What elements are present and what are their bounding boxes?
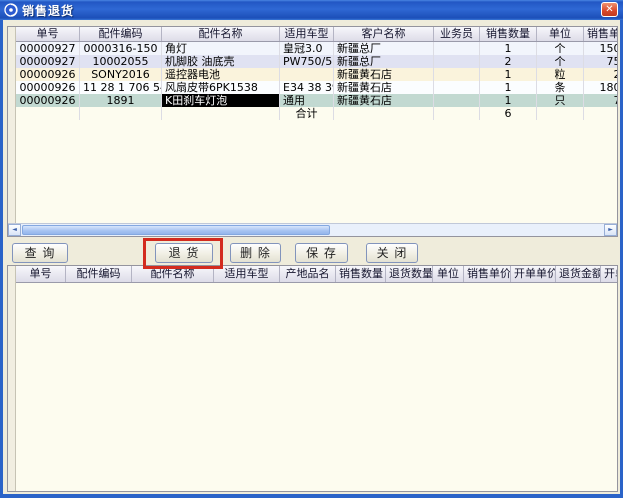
sales-table-header: 单号 配件编码 配件名称 适用车型 客户名称 业务员 销售数量 单位 销售单价 xyxy=(16,27,617,42)
cell-salesman[interactable] xyxy=(434,94,480,107)
return-table-header: 单号 配件编码 配件名称 适用车型 产地品名 销售数量 退货数量 单位 销售单价… xyxy=(16,266,617,283)
sales-table: 单号 配件编码 配件名称 适用车型 客户名称 业务员 销售数量 单位 销售单价 … xyxy=(7,26,618,237)
col-header-sales-qty[interactable]: 销售数量 xyxy=(480,27,537,41)
total-sales-qty: 6 xyxy=(480,107,537,120)
cell-sales-price[interactable]: 150. xyxy=(584,42,618,55)
window-title: 销售退货 xyxy=(22,2,74,19)
cell-sales-qty[interactable]: 1 xyxy=(480,68,537,81)
cell-salesman[interactable] xyxy=(434,55,480,68)
table-row[interactable]: 00000927 10002055 机脚胶 油底壳 PW750/550 新疆总厂… xyxy=(16,55,617,68)
cell-sales-qty[interactable]: 1 xyxy=(480,42,537,55)
table-row-selected[interactable]: 00000926 1891 K田刹车灯泡 通用 新疆黄石店 1 只 7. xyxy=(16,94,617,107)
cell-customer[interactable]: 新疆总厂 xyxy=(334,42,434,55)
cell-order-no[interactable]: 00000927 xyxy=(16,42,80,55)
cell-part-name-selected[interactable]: K田刹车灯泡 xyxy=(162,94,280,107)
close-icon: ✕ xyxy=(605,4,613,15)
col-header-customer[interactable]: 客户名称 xyxy=(334,27,434,41)
cell-sales-qty[interactable]: 1 xyxy=(480,94,537,107)
app-window: 销售退货 ✕ 单号 配件编码 配件名称 适用车型 客户名称 业务员 销售数量 单… xyxy=(0,0,623,498)
cell-unit[interactable]: 只 xyxy=(537,94,584,107)
cell-sales-price[interactable]: 75. xyxy=(584,55,618,68)
save-button[interactable]: 保 存 xyxy=(295,243,348,263)
app-icon xyxy=(4,3,18,17)
col-header-unit[interactable]: 单位 xyxy=(433,266,464,282)
col-header-order-no[interactable]: 单号 xyxy=(16,27,80,41)
delete-button[interactable]: 删 除 xyxy=(230,243,281,263)
cell-unit[interactable]: 个 xyxy=(537,42,584,55)
col-header-order-no[interactable]: 单号 xyxy=(16,266,66,282)
col-header-billing-amount[interactable]: 开单金额 xyxy=(601,266,618,282)
close-window-button[interactable]: 关 闭 xyxy=(366,243,418,263)
col-header-sales-qty[interactable]: 销售数量 xyxy=(336,266,386,282)
cell-unit[interactable]: 粒 xyxy=(537,68,584,81)
cell-order-no[interactable]: 00000926 xyxy=(16,81,80,94)
cell-part-name[interactable]: 机脚胶 油底壳 xyxy=(162,55,280,68)
cell-customer[interactable]: 新疆黄石店 xyxy=(334,68,434,81)
cell-model[interactable]: PW750/550 xyxy=(280,55,334,68)
title-bar[interactable]: 销售退货 ✕ xyxy=(0,0,623,20)
cell-salesman[interactable] xyxy=(434,81,480,94)
cell-sales-price[interactable]: 2. xyxy=(584,68,618,81)
cell-unit[interactable]: 条 xyxy=(537,81,584,94)
cell-model[interactable]: 皇冠3.0 xyxy=(280,42,334,55)
cell-model[interactable] xyxy=(280,68,334,81)
col-header-origin-product[interactable]: 产地品名 xyxy=(280,266,336,282)
cell-part-code[interactable]: 1891 xyxy=(80,94,162,107)
cell-part-code[interactable]: 11 28 1 706 545 xyxy=(80,81,162,94)
cell-customer[interactable]: 新疆总厂 xyxy=(334,55,434,68)
col-header-model[interactable]: 适用车型 xyxy=(280,27,334,41)
cell-salesman[interactable] xyxy=(434,68,480,81)
scroll-right-icon[interactable]: ► xyxy=(604,224,617,236)
col-header-salesman[interactable]: 业务员 xyxy=(434,27,480,41)
col-header-part-name[interactable]: 配件名称 xyxy=(132,266,214,282)
col-header-sales-price[interactable]: 销售单价 xyxy=(584,27,618,41)
cell-salesman[interactable] xyxy=(434,42,480,55)
col-header-sales-price[interactable]: 销售单价 xyxy=(464,266,511,282)
cell-sales-qty[interactable]: 2 xyxy=(480,55,537,68)
total-row: 合计 6 xyxy=(16,107,617,120)
col-header-part-name[interactable]: 配件名称 xyxy=(162,27,280,41)
col-header-return-amount[interactable]: 退货金额 xyxy=(556,266,601,282)
return-button[interactable]: 退 货 xyxy=(155,243,213,263)
cell-part-code[interactable]: 10002055 xyxy=(80,55,162,68)
scrollbar-thumb[interactable] xyxy=(22,225,330,235)
close-button[interactable]: ✕ xyxy=(601,2,618,17)
horizontal-scrollbar[interactable]: ◄ ► xyxy=(8,223,617,236)
col-header-unit[interactable]: 单位 xyxy=(537,27,584,41)
table-row[interactable]: 00000926 11 28 1 706 545 风扇皮带6PK1538 E34… xyxy=(16,81,617,94)
cell-part-name[interactable]: 遥控器电池 xyxy=(162,68,280,81)
cell-customer[interactable]: 新疆黄石店 xyxy=(334,81,434,94)
cell-customer[interactable]: 新疆黄石店 xyxy=(334,94,434,107)
row-selector-strip xyxy=(8,266,16,491)
col-header-return-qty[interactable]: 退货数量 xyxy=(386,266,433,282)
cell-part-name[interactable]: 角灯 xyxy=(162,42,280,55)
cell-sales-qty[interactable]: 1 xyxy=(480,81,537,94)
cell-order-no[interactable]: 00000927 xyxy=(16,55,80,68)
return-table: 单号 配件编码 配件名称 适用车型 产地品名 销售数量 退货数量 单位 销售单价… xyxy=(7,265,618,492)
cell-order-no[interactable]: 00000926 xyxy=(16,68,80,81)
cell-unit[interactable]: 个 xyxy=(537,55,584,68)
cell-sales-price[interactable]: 180. xyxy=(584,81,618,94)
cell-sales-price[interactable]: 7. xyxy=(584,94,618,107)
row-selector-strip xyxy=(8,27,16,224)
cell-order-no[interactable]: 00000926 xyxy=(16,94,80,107)
col-header-part-code[interactable]: 配件编码 xyxy=(80,27,162,41)
col-header-model[interactable]: 适用车型 xyxy=(214,266,280,282)
col-header-part-code[interactable]: 配件编码 xyxy=(66,266,132,282)
table-row[interactable]: 00000926 SONY2016 遥控器电池 新疆黄石店 1 粒 2. xyxy=(16,68,617,81)
query-button[interactable]: 查 询 xyxy=(12,243,68,263)
table-row[interactable]: 00000927 0000316-150 角灯 皇冠3.0 新疆总厂 1 个 1… xyxy=(16,42,617,55)
cell-model[interactable]: 通用 xyxy=(280,94,334,107)
col-header-billing-price[interactable]: 开单单价 xyxy=(511,266,556,282)
cell-part-code[interactable]: SONY2016 xyxy=(80,68,162,81)
cell-model[interactable]: E34 38 39 M3 xyxy=(280,81,334,94)
cell-part-name[interactable]: 风扇皮带6PK1538 xyxy=(162,81,280,94)
total-label: 合计 xyxy=(280,107,334,120)
scroll-left-icon[interactable]: ◄ xyxy=(8,224,21,236)
cell-part-code[interactable]: 0000316-150 xyxy=(80,42,162,55)
